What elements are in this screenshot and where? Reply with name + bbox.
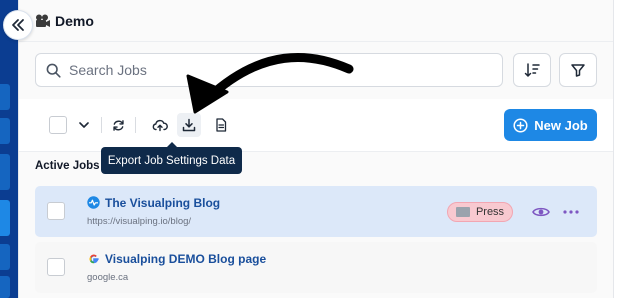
- checkbox[interactable]: [49, 116, 67, 134]
- select-dropdown-button[interactable]: [72, 113, 96, 137]
- collapse-sidebar-button[interactable]: [3, 10, 33, 40]
- pulse-favicon-icon: [87, 196, 100, 209]
- plus-circle-icon: [513, 117, 528, 133]
- rail-tab-active[interactable]: [0, 200, 10, 236]
- rail-tab[interactable]: [0, 244, 10, 270]
- job-checkbox[interactable]: [47, 202, 65, 220]
- filter-button[interactable]: [559, 53, 597, 87]
- chevron-down-icon: [79, 122, 89, 128]
- cloud-upload-icon: [152, 119, 168, 132]
- rail-tab[interactable]: [0, 154, 10, 190]
- document-icon: [216, 118, 227, 132]
- press-badge: Press: [447, 202, 513, 222]
- import-button[interactable]: [148, 113, 172, 137]
- sort-icon: [524, 63, 540, 77]
- report-button[interactable]: [209, 113, 233, 137]
- refresh-button[interactable]: [106, 113, 130, 137]
- badge-label: Press: [475, 206, 505, 218]
- panel-header: Demo: [19, 0, 613, 42]
- left-nav-rail: [0, 0, 18, 298]
- job-title[interactable]: Visualping DEMO Blog page: [105, 252, 266, 266]
- sort-button[interactable]: [513, 53, 551, 87]
- new-job-button[interactable]: New Job: [504, 109, 597, 141]
- job-title[interactable]: The Visualping Blog: [105, 196, 220, 210]
- google-favicon-icon: [87, 252, 100, 265]
- export-button[interactable]: [177, 113, 201, 137]
- export-tooltip: Export Job Settings Data: [101, 142, 242, 174]
- refresh-icon: [112, 119, 124, 131]
- rail-tab[interactable]: [0, 84, 10, 110]
- job-row[interactable]: The Visualping Blog https://visualping.i…: [35, 186, 597, 237]
- download-icon: [182, 118, 196, 132]
- select-all-checkbox[interactable]: [46, 113, 70, 137]
- job-checkbox[interactable]: [47, 258, 65, 276]
- more-dots-icon: [563, 210, 579, 214]
- new-job-label: New Job: [534, 117, 588, 133]
- more-options-button[interactable]: [561, 202, 581, 222]
- rail-tab[interactable]: [0, 118, 10, 144]
- search-field[interactable]: [35, 53, 503, 87]
- filter-icon: [571, 64, 585, 77]
- rail-tab[interactable]: [0, 276, 10, 298]
- toolbar-separator: [101, 117, 102, 133]
- double-chevron-left-icon: [12, 19, 24, 31]
- job-url: https://visualping.io/blog/: [87, 216, 192, 227]
- eye-icon: [532, 207, 550, 217]
- movie-camera-icon: [36, 14, 50, 27]
- view-button[interactable]: [531, 202, 551, 222]
- search-input[interactable]: [69, 62, 469, 78]
- page-title: Demo: [55, 12, 94, 29]
- search-icon: [46, 63, 61, 78]
- job-row[interactable]: Visualping DEMO Blog page google.ca: [35, 242, 597, 293]
- badge-thumbnail: [455, 207, 470, 217]
- job-url: google.ca: [87, 272, 129, 283]
- toolbar-separator: [135, 117, 136, 133]
